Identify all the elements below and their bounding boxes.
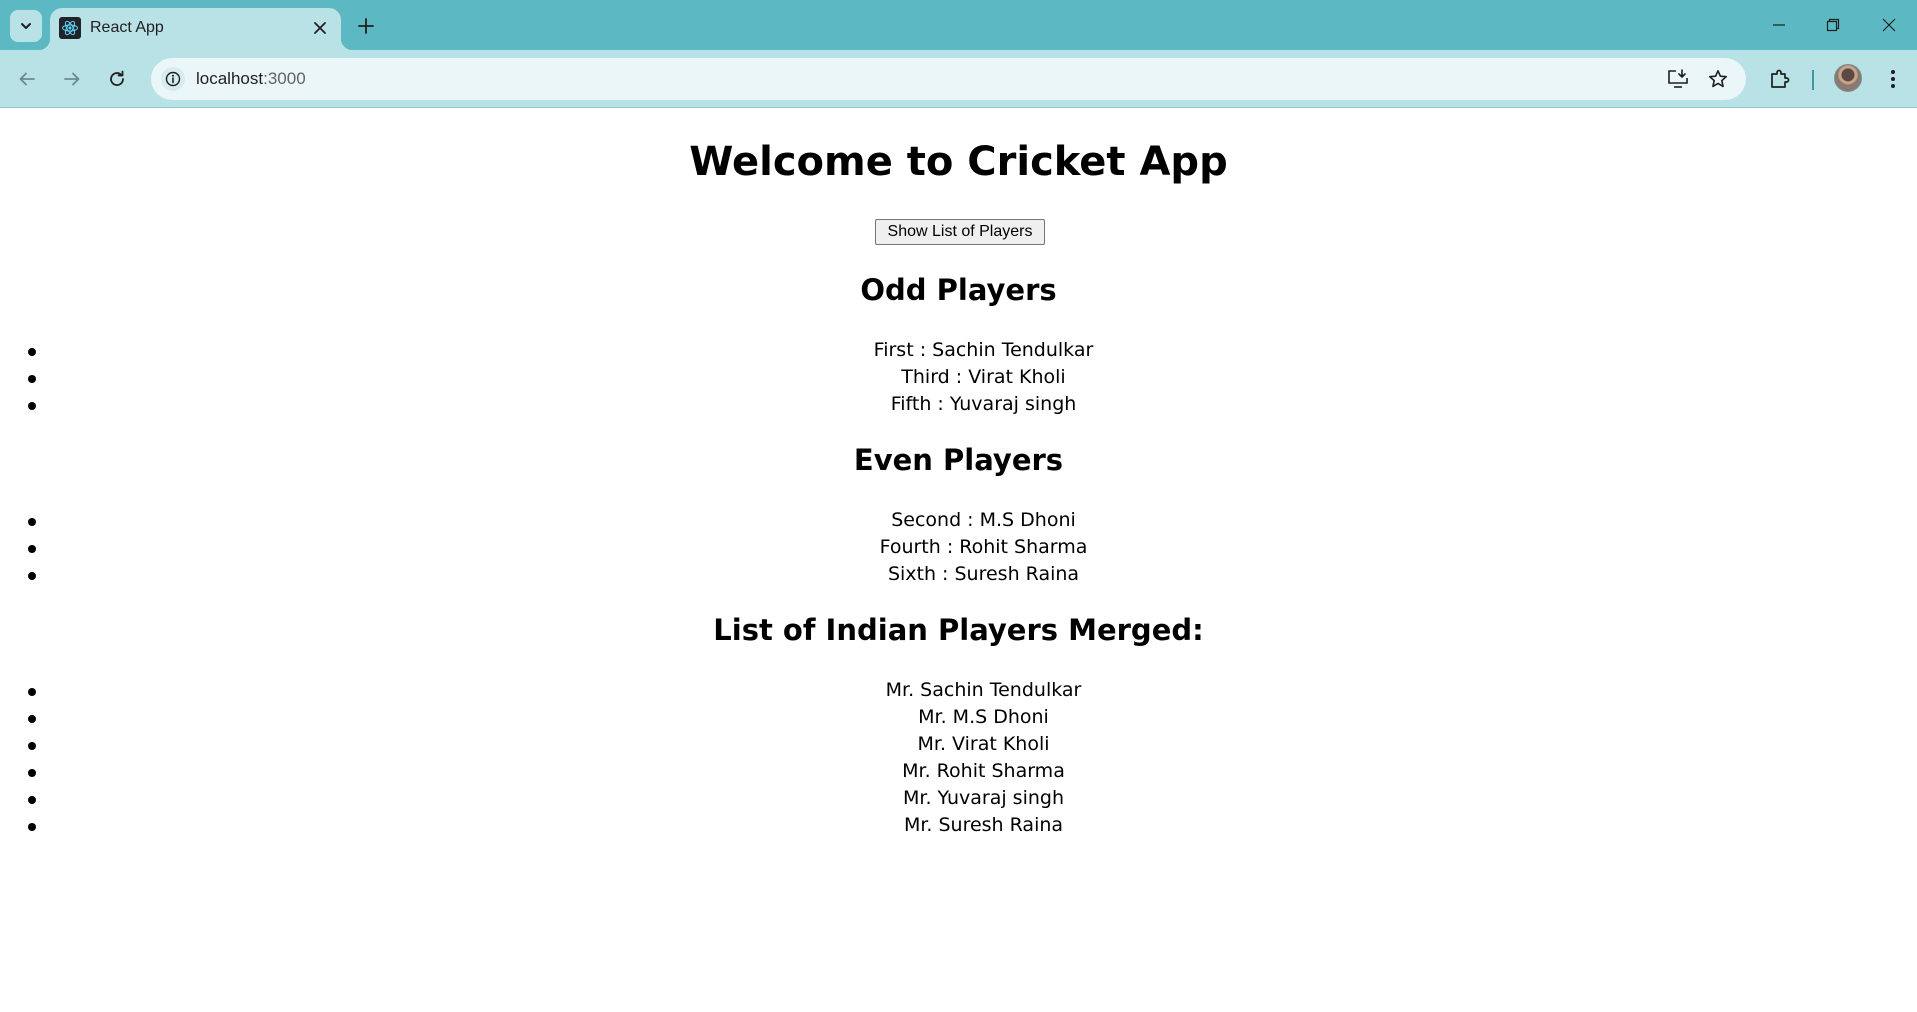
plus-icon	[358, 18, 374, 34]
list-item: Third : Virat Kholi	[0, 364, 1917, 391]
reload-icon	[110, 70, 124, 86]
list-item: Mr. Virat Kholi	[0, 731, 1917, 758]
address-url[interactable]: localhost:3000	[196, 69, 306, 89]
odd-players-heading: Odd Players	[860, 273, 1057, 307]
merged-players-heading: List of Indian Players Merged:	[713, 613, 1204, 647]
restore-button[interactable]	[1805, 0, 1861, 50]
list-item: Fourth : Rohit Sharma	[0, 534, 1917, 561]
more-vertical-icon	[1891, 70, 1895, 88]
back-button[interactable]	[12, 64, 42, 94]
minimize-button[interactable]	[1751, 0, 1807, 50]
extensions-button[interactable]	[1765, 64, 1795, 94]
install-app-icon[interactable]	[1666, 67, 1690, 91]
merged-players-list: Mr. Sachin Tendulkar Mr. M.S Dhoni Mr. V…	[0, 677, 1917, 839]
tab-close-icon[interactable]	[309, 17, 331, 39]
page-content: Welcome to Cricket App Show List of Play…	[0, 109, 1917, 1012]
bookmark-star-icon[interactable]	[1706, 67, 1730, 91]
browser-menu-button[interactable]	[1878, 64, 1908, 94]
odd-players-list: First : Sachin Tendulkar Third : Virat K…	[0, 337, 1917, 418]
even-players-heading: Even Players	[853, 443, 1064, 477]
chevron-down-icon	[21, 23, 31, 29]
puzzle-icon	[1771, 69, 1790, 88]
list-item: Second : M.S Dhoni	[0, 507, 1917, 534]
list-item: Mr. Rohit Sharma	[0, 758, 1917, 785]
react-logo-icon	[59, 17, 81, 39]
show-players-button[interactable]: Show List of Players	[875, 219, 1045, 245]
address-bar[interactable]: localhost:3000	[151, 58, 1746, 100]
restore-icon	[1826, 18, 1840, 32]
arrow-left-icon	[19, 72, 35, 86]
tab-title: React App	[90, 19, 164, 36]
url-host: localhost	[196, 69, 264, 88]
toolbar-divider	[1812, 70, 1814, 90]
even-players-list: Second : M.S Dhoni Fourth : Rohit Sharma…	[0, 507, 1917, 588]
close-icon	[1882, 18, 1896, 32]
browser-tabstrip: React App	[0, 0, 1917, 50]
list-item: Fifth : Yuvaraj singh	[0, 391, 1917, 418]
forward-button[interactable]	[57, 64, 87, 94]
list-item: Sixth : Suresh Raina	[0, 561, 1917, 588]
list-item: Mr. Sachin Tendulkar	[0, 677, 1917, 704]
list-item: Mr. M.S Dhoni	[0, 704, 1917, 731]
browser-tab-active[interactable]: React App	[38, 8, 353, 50]
site-info-icon[interactable]	[161, 67, 185, 91]
url-port: :3000	[263, 69, 306, 88]
minimize-icon	[1773, 24, 1785, 26]
browser-toolbar: localhost:3000	[0, 50, 1917, 108]
page-title: Welcome to Cricket App	[689, 139, 1228, 185]
list-item: First : Sachin Tendulkar	[0, 337, 1917, 364]
reload-button[interactable]	[102, 64, 132, 94]
new-tab-button[interactable]	[352, 12, 380, 40]
close-window-button[interactable]	[1861, 0, 1917, 50]
list-item: Mr. Suresh Raina	[0, 812, 1917, 839]
profile-avatar[interactable]	[1834, 64, 1862, 92]
list-item: Mr. Yuvaraj singh	[0, 785, 1917, 812]
arrow-right-icon	[64, 72, 80, 86]
